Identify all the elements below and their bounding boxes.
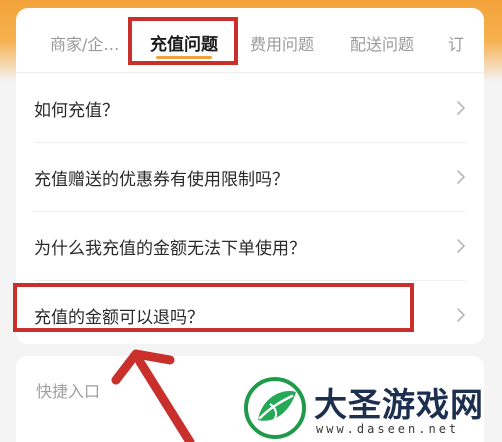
chevron-right-icon	[457, 239, 465, 253]
faq-item-label: 如何充值？	[34, 101, 119, 121]
faq-item-label: 为什么我充值的金额无法下单使用？	[34, 239, 306, 259]
category-tab-bar: 商家/企… 充值问题 费用问题 配送问题 订	[16, 8, 484, 73]
faq-item-how-to-recharge[interactable]: 如何充值？	[16, 74, 484, 142]
faq-item-label: 充值的金额可以退吗？	[34, 308, 204, 328]
chevron-right-icon	[457, 308, 465, 322]
tab-recharge[interactable]: 充值问题	[150, 30, 218, 55]
leaf-logo-icon	[244, 377, 306, 439]
faq-item-coupon-limits[interactable]: 充值赠送的优惠券有使用限制吗？	[16, 143, 484, 211]
active-tab-indicator	[156, 56, 212, 59]
quick-entry-title: 快捷入口	[36, 382, 101, 401]
watermark-url: www.daseen.net	[316, 422, 460, 436]
faq-item-label: 充值赠送的优惠券有使用限制吗？	[34, 170, 289, 190]
chevron-right-icon	[457, 101, 465, 115]
faq-item-balance-unusable[interactable]: 为什么我充值的金额无法下单使用？	[16, 212, 484, 280]
tab-merchant[interactable]: 商家/企…	[50, 31, 119, 55]
chevron-right-icon	[457, 170, 465, 184]
watermark-name: 大圣游戏网	[314, 385, 484, 424]
arrow-up-icon	[111, 349, 195, 442]
tab-delivery[interactable]: 配送问题	[350, 31, 414, 55]
faq-card: 商家/企… 充值问题 费用问题 配送问题 订 如何充值？ 充值赠送的优惠券有使用…	[16, 8, 484, 344]
tab-orders[interactable]: 订	[448, 31, 464, 55]
faq-item-refund[interactable]: 充值的金额可以退吗？	[16, 281, 484, 344]
tab-fees[interactable]: 费用问题	[250, 31, 314, 55]
watermark: 大圣游戏网 www.daseen.net	[240, 372, 502, 442]
